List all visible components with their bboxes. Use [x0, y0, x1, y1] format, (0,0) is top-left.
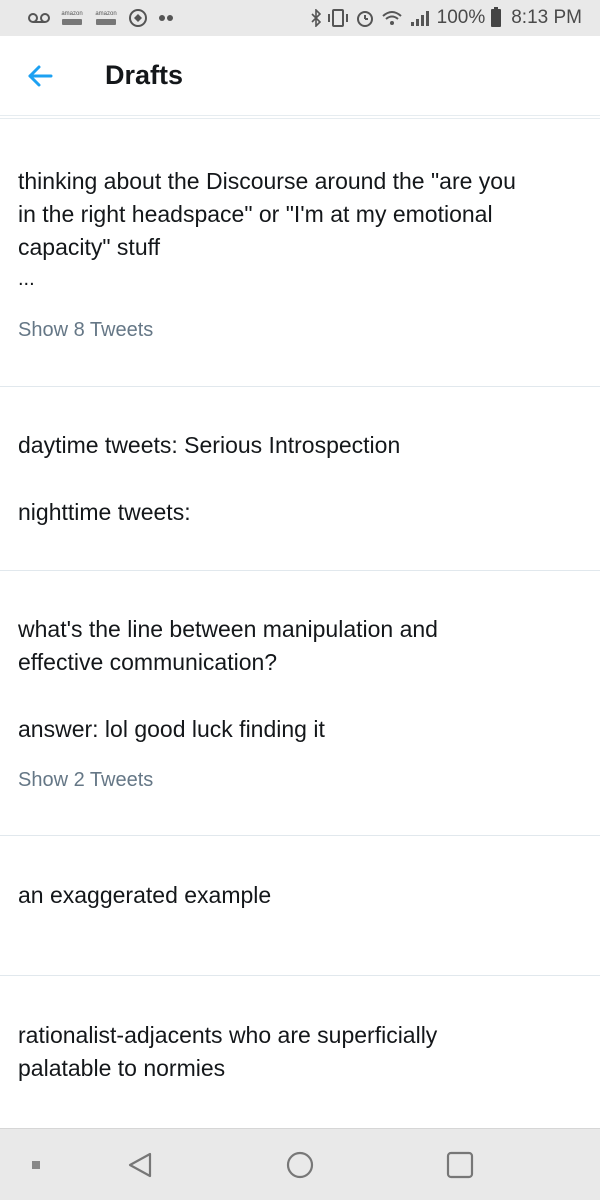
draft-item[interactable]: daytime tweets: Serious Introspection ni… [0, 387, 600, 571]
draft-text: nighttime tweets: [18, 499, 191, 525]
menu-dot-button[interactable] [0, 1129, 76, 1201]
amazon-label: amazon [95, 11, 117, 17]
draft-item[interactable]: rationalist-adjacents who are superficia… [0, 976, 600, 1126]
dots-icon [158, 14, 174, 22]
draft-text: an exaggerated example [18, 882, 272, 908]
draft-text: effective communication? [18, 649, 278, 675]
clock: 8:13 PM [511, 7, 582, 28]
home-circle-icon [286, 1151, 314, 1179]
amazon-icon: amazon [94, 11, 118, 25]
menu-dot-icon [32, 1161, 40, 1169]
draft-item[interactable]: what's the line between manipulation and… [0, 571, 600, 836]
amazon-icon: amazon [60, 11, 84, 25]
draft-item[interactable]: an exaggerated example [0, 836, 600, 976]
nav-home-button[interactable] [260, 1129, 340, 1201]
recents-square-icon [446, 1151, 474, 1179]
draft-text: capacity" stuff [18, 234, 160, 260]
drafts-list: thinking about the Discourse around the … [0, 118, 600, 1081]
page-title: Drafts [105, 60, 184, 90]
show-tweets-link[interactable]: Show 2 Tweets [18, 769, 153, 792]
signal-icon [409, 9, 431, 27]
android-icon [128, 8, 148, 28]
battery-icon [491, 7, 502, 27]
back-button[interactable] [16, 52, 64, 100]
draft-text: in the right headspace" or "I'm at my em… [18, 201, 493, 227]
amazon-label: amazon [61, 11, 83, 17]
draft-text: daytime tweets: Serious Introspection [18, 432, 401, 458]
back-triangle-icon [128, 1152, 152, 1178]
wifi-icon [381, 9, 403, 27]
draft-text: answer: lol good luck finding it [18, 716, 325, 742]
draft-text: rationalist-adjacents who are superficia… [18, 1022, 438, 1048]
arrow-left-icon [28, 65, 53, 86]
battery-percent: 100% [436, 7, 486, 28]
system-nav-bar [0, 1128, 600, 1200]
alarm-icon [355, 8, 375, 28]
nav-back-button[interactable] [100, 1129, 180, 1201]
app-bar: Drafts [0, 36, 600, 116]
draft-text: what's the line between manipulation and [18, 616, 438, 642]
draft-text: thinking about the Discourse around the … [18, 168, 516, 194]
voicemail-icon [28, 12, 50, 24]
nav-recents-button[interactable] [420, 1129, 500, 1201]
show-tweets-link[interactable]: Show 8 Tweets [18, 319, 153, 342]
status-bar: amazon amazon 100% 8:13 PM [0, 0, 600, 36]
draft-item[interactable]: thinking about the Discourse around the … [0, 119, 600, 387]
bluetooth-icon [311, 9, 321, 27]
vibrate-icon [327, 9, 349, 27]
draft-text: palatable to normies [18, 1055, 226, 1081]
draft-ellipsis: ... [18, 268, 35, 290]
